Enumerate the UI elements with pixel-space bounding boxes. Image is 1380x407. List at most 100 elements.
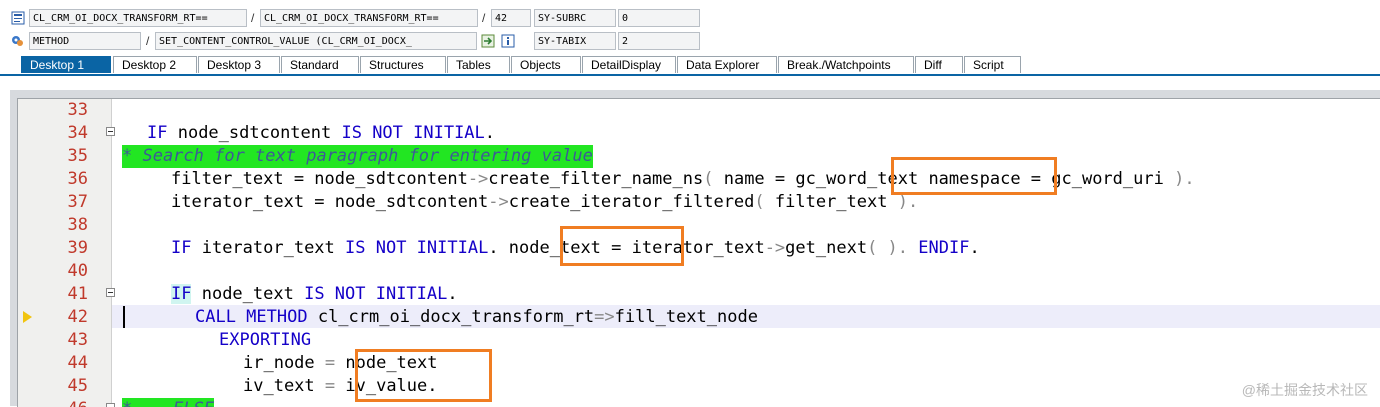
operator: = — [324, 353, 336, 373]
keyword: IF — [171, 238, 192, 258]
header-row-event: METHOD / SET_CONTENT_CONTROL_VALUE (CL_C… — [0, 32, 1380, 52]
code-line-current: 42 CALL METHOD cl_crm_oi_docx_transform_… — [18, 306, 1380, 329]
code-token: create_iterator_filtered — [508, 192, 755, 212]
tab-desktop-2[interactable]: Desktop 2 — [113, 56, 197, 73]
tab-diff[interactable]: Diff — [915, 56, 963, 73]
code-line: 45 iv_text = iv_value. — [18, 375, 1380, 398]
tab-data-explorer[interactable]: Data Explorer — [677, 56, 777, 73]
code-token: . — [488, 238, 509, 258]
desktop-tab-strip: Desktop 1 Desktop 2 Desktop 3 Standard S… — [0, 56, 1380, 76]
tab-detail-display[interactable]: DetailDisplay — [582, 56, 676, 73]
operator: => — [594, 307, 615, 327]
collapse-toggle[interactable] — [106, 403, 115, 407]
code-token: fill_text_node — [614, 307, 758, 327]
tab-desktop-3[interactable]: Desktop 3 — [198, 56, 280, 73]
sysvar-name-field[interactable]: SY-TABIX — [534, 32, 616, 50]
text-cursor — [123, 306, 125, 328]
operator: -> — [488, 192, 509, 212]
code-token: iterator_text — [191, 238, 346, 258]
code-line: 36 filter_text = node_sdtcontent->create… — [18, 168, 1380, 191]
code-token: cl_crm_oi_docx_transform_rt — [307, 307, 595, 327]
info-icon[interactable] — [501, 34, 515, 48]
code-token: filter_text — [764, 192, 898, 212]
separator: / — [482, 11, 486, 25]
code-token: iterator_text = node_sdtcontent — [171, 192, 489, 212]
highlight-box-node-text-iv-value — [355, 349, 492, 402]
operator: ( — [703, 169, 714, 189]
code-text: CALL METHOD cl_crm_oi_docx_transform_rt=… — [195, 306, 758, 329]
code-token: node_text — [191, 284, 305, 304]
line-number: 37 — [67, 192, 88, 212]
code-line: 40 — [18, 260, 1380, 283]
code-token: . — [969, 238, 980, 258]
separator: / — [146, 34, 150, 48]
code-text: IF node_sdtcontent IS NOT INITIAL. — [147, 122, 495, 145]
separator: / — [251, 11, 255, 25]
code-line: 34 IF node_sdtcontent IS NOT INITIAL. — [18, 122, 1380, 145]
code-text: EXPORTING — [219, 329, 311, 352]
tab-standard[interactable]: Standard — [281, 56, 359, 73]
sysvar-name-field[interactable]: SY-SUBRC — [534, 9, 616, 27]
tab-breakpoints[interactable]: Break./Watchpoints — [778, 56, 914, 73]
tab-objects[interactable]: Objects — [511, 56, 581, 73]
code-token: . — [447, 284, 458, 304]
code-token: name = — [713, 169, 796, 189]
code-text: IF node_text IS NOT INITIAL. — [171, 283, 458, 306]
line-number: 45 — [67, 376, 88, 396]
code-line: 33 — [18, 99, 1380, 122]
highlight-box-node-text — [560, 226, 684, 266]
operator: ( — [754, 192, 765, 212]
operator: ). — [897, 192, 919, 212]
operator: ). — [1174, 169, 1195, 189]
comment-line: * Search for text paragraph for entering… — [122, 145, 593, 168]
keyword: IS NOT INITIAL — [304, 284, 448, 304]
code-line: 43 EXPORTING — [18, 329, 1380, 352]
line-number: 42 — [67, 307, 88, 327]
keyword: IS NOT INITIAL — [345, 238, 489, 258]
line-number: 40 — [67, 261, 88, 281]
code-token: . — [484, 123, 496, 143]
code-token: ir_node — [243, 353, 325, 373]
code-line: 39 IF iterator_text IS NOT INITIAL. node… — [18, 237, 1380, 260]
keyword: EXPORTING — [219, 330, 312, 350]
line-number: 43 — [67, 330, 88, 350]
tab-desktop-1[interactable]: Desktop 1 — [21, 56, 111, 73]
include-field[interactable]: CL_CRM_OI_DOCX_TRANSFORM_RT== — [260, 9, 478, 27]
line-number: 41 — [67, 284, 88, 304]
event-type-field[interactable]: METHOD — [29, 32, 141, 50]
keyword: ENDIF — [918, 238, 970, 258]
code-line: 44 ir_node = node_text — [18, 352, 1380, 375]
sysvar-value-field[interactable]: 0 — [618, 9, 700, 27]
code-token: iv_text — [243, 376, 325, 396]
highlight-box-gc-word-text — [891, 157, 1057, 195]
event-field[interactable]: SET_CONTENT_CONTROL_VALUE (CL_CRM_OI_DOC… — [155, 32, 477, 50]
watermark: @稀土掘金技术社区 — [1241, 382, 1368, 398]
code-line: 38 — [18, 214, 1380, 237]
tab-structures[interactable]: Structures — [360, 56, 446, 73]
operator: -> — [764, 238, 786, 258]
tab-script[interactable]: Script — [964, 56, 1021, 73]
line-number: 33 — [67, 100, 88, 120]
collapse-toggle[interactable] — [106, 288, 115, 297]
method-icon — [12, 36, 23, 46]
code-token: get_next — [785, 238, 868, 258]
code-token: node_sdtcontent — [167, 123, 342, 143]
line-number-field[interactable]: 42 — [491, 9, 531, 27]
keyword: IS NOT INITIAL — [341, 123, 485, 143]
line-number: 34 — [67, 123, 88, 143]
operator: ( ). — [867, 238, 909, 258]
sysvar-value-field[interactable]: 2 — [618, 32, 700, 50]
keyword: IF — [147, 123, 168, 143]
code-line: 41 IF node_text IS NOT INITIAL. — [18, 283, 1380, 306]
program-field[interactable]: CL_CRM_OI_DOCX_TRANSFORM_RT== — [29, 9, 247, 27]
operator: = — [324, 376, 336, 396]
collapse-toggle[interactable] — [106, 127, 115, 136]
header-row-program: CL_CRM_OI_DOCX_TRANSFORM_RT== / CL_CRM_O… — [0, 9, 1380, 29]
navigate-icon[interactable] — [481, 34, 495, 48]
source-code-editor[interactable]: 33 34 IF node_sdtcontent IS NOT INITIAL.… — [17, 98, 1380, 407]
code-token: filter_text = node_sdtcontent — [171, 169, 468, 189]
line-number: 36 — [67, 169, 88, 189]
tab-tables[interactable]: Tables — [447, 56, 510, 73]
code-token: create_filter_name_ns — [488, 169, 704, 189]
